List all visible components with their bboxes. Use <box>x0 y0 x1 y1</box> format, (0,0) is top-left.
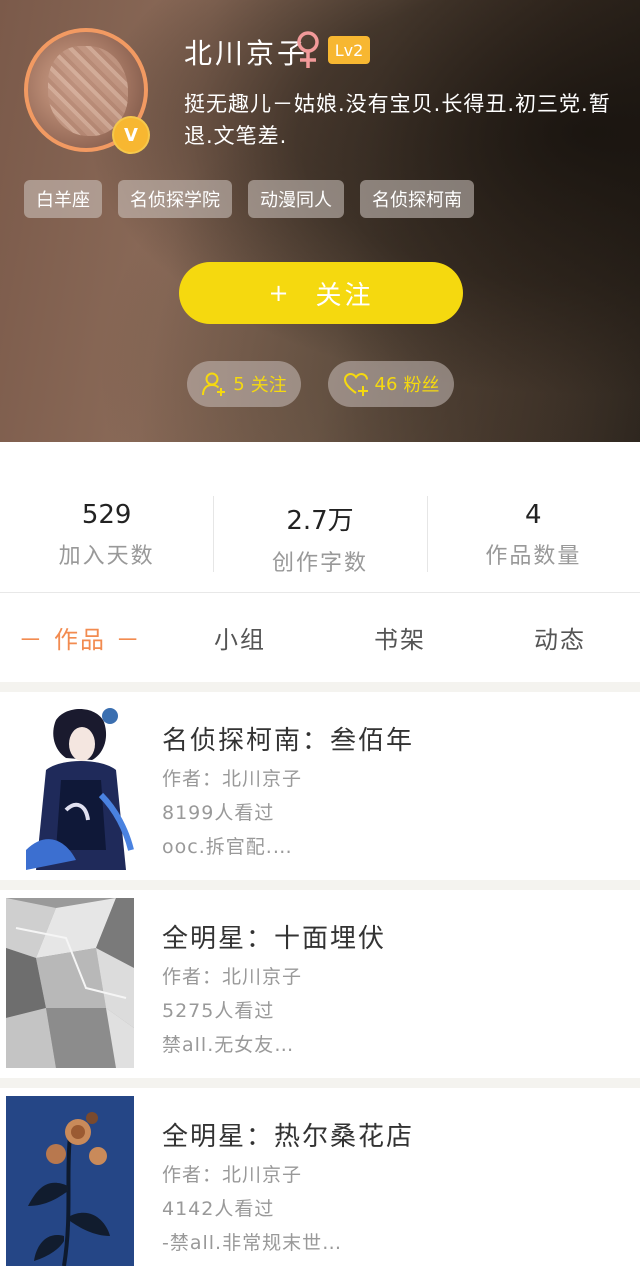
tag-item[interactable]: 动漫同人 <box>248 180 344 218</box>
tag-list: 白羊座 名侦探学院 动漫同人 名侦探柯南 <box>24 180 474 218</box>
book-title[interactable]: 全明星：十面埋伏 <box>162 918 386 955</box>
plus-icon: + <box>268 279 292 307</box>
book-item[interactable]: 全明星：十面埋伏 作者：北川京子 5275人看过 禁all.无女友… <box>0 890 640 1076</box>
book-description: ooc.拆官配.… <box>162 836 293 858</box>
tab-activity[interactable]: 动态 <box>480 620 640 660</box>
stat-label: 加入天数 <box>58 544 155 569</box>
fans-count: 46 <box>374 373 398 395</box>
section-gap <box>0 1078 640 1088</box>
fans-label: 粉丝 <box>403 375 440 396</box>
stat-value: 4 <box>525 500 542 530</box>
following-count: 5 <box>233 373 245 395</box>
username: 北川京子 <box>184 37 309 70</box>
book-author: 作者：北川京子 <box>162 768 303 790</box>
following-label: 关注 <box>250 375 287 396</box>
stat-label: 作品数量 <box>485 544 582 569</box>
section-gap <box>0 880 640 890</box>
book-cover[interactable] <box>6 1096 134 1266</box>
book-item[interactable]: 全明星：热尔桑花店 作者：北川京子 4142人看过 -禁all.非常规末世… <box>0 1088 640 1274</box>
section-gap <box>0 682 640 692</box>
tab-bookshelf[interactable]: 书架 <box>320 620 480 660</box>
profile-header: V 北川京子 Lv2 挺无趣儿－姑娘.没有宝贝.长得丑.初三党.暂退.文笔差. … <box>0 0 640 442</box>
book-views: 8199人看过 <box>162 802 275 824</box>
book-description: -禁all.非常规末世… <box>162 1232 343 1254</box>
book-title[interactable]: 全明星：热尔桑花店 <box>162 1116 414 1153</box>
tag-item[interactable]: 白羊座 <box>24 180 102 218</box>
stat-label: 创作字数 <box>271 551 368 576</box>
book-description: 禁all.无女友… <box>162 1034 295 1056</box>
stat-value: 529 <box>81 500 132 530</box>
book-title[interactable]: 名侦探柯南：叁佰年 <box>162 720 414 757</box>
tab-bar: － 作品 － 小组 书架 动态 <box>0 620 640 660</box>
book-author: 作者：北川京子 <box>162 966 303 988</box>
level-badge: Lv2 <box>328 36 370 64</box>
following-button[interactable]: 5 关注 <box>187 361 301 407</box>
follow-button-label: 关注 <box>315 280 374 311</box>
book-author: 作者：北川京子 <box>162 1164 303 1186</box>
book-cover[interactable] <box>6 898 134 1068</box>
book-views: 4142人看过 <box>162 1198 275 1220</box>
follow-button[interactable]: + 关注 <box>179 262 463 324</box>
tab-works[interactable]: － 作品 － <box>0 620 160 660</box>
verified-icon: V <box>114 118 148 152</box>
book-views: 5275人看过 <box>162 1000 275 1022</box>
add-user-icon <box>202 372 226 396</box>
profile-bio: 挺无趣儿－姑娘.没有宝贝.长得丑.初三党.暂退.文笔差. <box>184 92 611 148</box>
stat-words: 2.7万 创作字数 <box>213 492 426 576</box>
stat-days: 529 加入天数 <box>0 492 213 576</box>
book-cover[interactable] <box>6 700 134 870</box>
heart-plus-icon <box>343 372 368 396</box>
stat-value: 2.7万 <box>286 506 354 536</box>
tag-item[interactable]: 名侦探柯南 <box>360 180 474 218</box>
fans-button[interactable]: 46 粉丝 <box>328 361 454 407</box>
female-icon <box>297 31 319 68</box>
stat-works: 4 作品数量 <box>426 492 640 576</box>
book-item[interactable]: 名侦探柯南：叁佰年 作者：北川京子 8199人看过 ooc.拆官配.… <box>0 692 640 878</box>
stats-row: 529 加入天数 2.7万 创作字数 4 作品数量 <box>0 492 640 576</box>
tag-item[interactable]: 名侦探学院 <box>118 180 232 218</box>
tab-groups[interactable]: 小组 <box>160 620 320 660</box>
divider <box>0 592 640 593</box>
